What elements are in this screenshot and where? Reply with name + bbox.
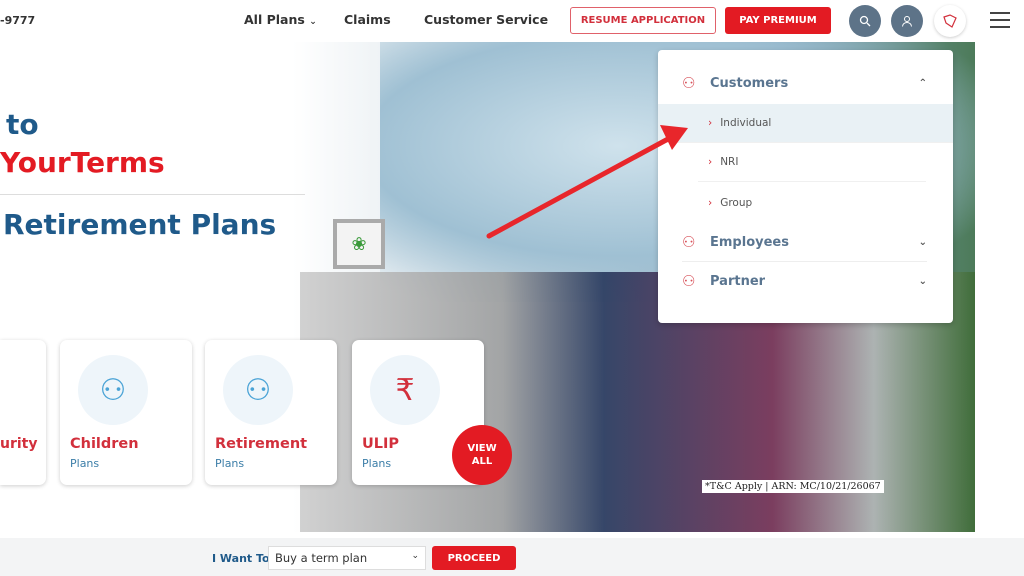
red-arrow-annotation <box>486 125 688 239</box>
